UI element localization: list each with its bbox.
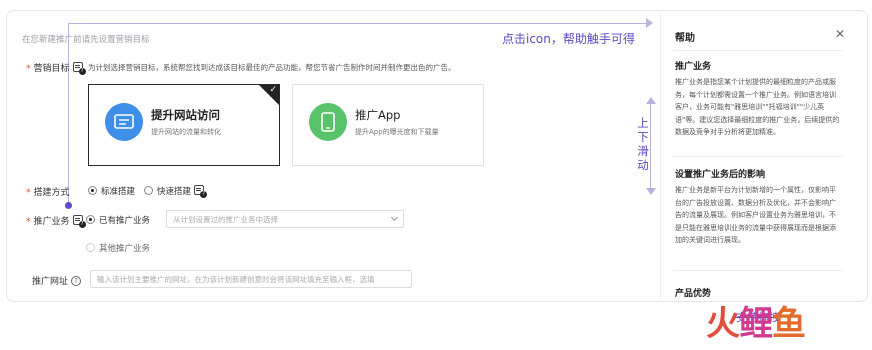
help-book-icon[interactable]: ? — [72, 62, 86, 75]
biz-select[interactable]: 从计划设置过的推广业务中选择 — [166, 210, 404, 228]
goal-card-app[interactable]: 推广App 提升App的曝光度和下载量 — [292, 84, 484, 166]
help-panel-title: 帮助 — [675, 33, 695, 44]
annotation-line — [68, 23, 646, 24]
watermark-logo: 火鲤鱼 — [706, 304, 806, 344]
goal-subtitle-app: 提升App的曝光度和下载量 — [355, 128, 439, 136]
divider — [673, 270, 843, 271]
scroll-down-arrow — [646, 188, 656, 195]
required-mark: * — [26, 64, 31, 74]
scroll-up-arrow — [646, 97, 656, 104]
close-icon[interactable]: ✕ — [835, 27, 845, 41]
biz-label: 推广业务 — [33, 217, 70, 227]
annotation-vertical-line — [68, 23, 69, 205]
url-label: 推广网址 — [32, 277, 69, 287]
scroll-line — [650, 104, 651, 188]
radio-unchecked[interactable] — [144, 186, 153, 195]
app-promotion-icon — [309, 103, 347, 141]
build-option-quick[interactable]: 快速搭建? — [144, 185, 208, 198]
biz-option-existing[interactable]: 已有推广业务 — [86, 214, 150, 226]
click-icon-annotation: 点击icon，帮助触手可得 — [502, 32, 635, 46]
goal-card-website[interactable]: 提升网站访问 提升网站的流量和转化 ✓ — [88, 84, 280, 166]
radio-checked[interactable] — [86, 215, 95, 224]
goal-title-website: 提升网站访问 — [151, 108, 220, 122]
build-label: 搭建方式 — [33, 188, 70, 198]
help-book-icon[interactable]: ? — [194, 185, 208, 198]
goal-subtitle-website: 提升网站的流量和转化 — [151, 128, 221, 136]
help-section-body: 推广业务是指您某个计划提供的最细粒度的产品或服务，每个计划都需设置一个推广业务。… — [675, 78, 840, 136]
build-label-row: * 搭建方式 — [26, 185, 70, 198]
help-panel: 帮助 ✕ 推广业务 推广业务是指您某个计划提供的最细粒度的产品或服务，每个计划都… — [660, 10, 868, 302]
divider — [673, 50, 843, 51]
annotation-arrow — [646, 18, 653, 28]
url-label-row: 推广网址? — [32, 274, 82, 287]
chevron-down-icon — [390, 213, 399, 222]
question-icon[interactable]: ? — [71, 276, 82, 286]
check-icon: ✓ — [269, 85, 277, 95]
help-book-icon[interactable]: ? — [72, 215, 86, 228]
help-section-title: 推广业务 — [675, 62, 712, 72]
required-mark: * — [26, 217, 31, 227]
help-section-body: 推广业务是新平台为计划新增的一个属性，仅影响平台的广告投放设置、数据分析及优化，… — [675, 186, 836, 244]
form-hint: 在您新建推广前请先设置营销目标 — [22, 35, 150, 45]
biz-label-row: * 推广业务? — [26, 214, 86, 228]
radio-checked[interactable] — [88, 186, 97, 195]
biz-option-other[interactable]: 其他推广业务 — [86, 242, 150, 254]
goal-title-app: 推广App — [355, 108, 401, 122]
goal-label: 营销目标 — [33, 64, 70, 74]
goal-label-row: * 营销目标? — [26, 61, 86, 75]
help-section-title: 设置推广业务后的影响 — [675, 170, 766, 180]
scroll-annotation: 上下滑动 — [637, 116, 649, 172]
annotation-dot — [65, 202, 72, 209]
required-mark: * — [26, 188, 31, 198]
goal-description: 为计划选择营销目标，系统帮您找到达成该目标最佳的产品功能，帮您节省广告制作时间并… — [88, 63, 456, 72]
divider — [673, 156, 843, 157]
build-option-standard[interactable]: 标准搭建 — [88, 185, 135, 197]
website-visit-icon — [105, 103, 143, 141]
radio-unchecked[interactable] — [86, 243, 95, 252]
url-input[interactable]: 输入该计划主要推广的网址，在为该计划新建创意时会将该网址填充至输入框，选填 — [90, 270, 412, 288]
